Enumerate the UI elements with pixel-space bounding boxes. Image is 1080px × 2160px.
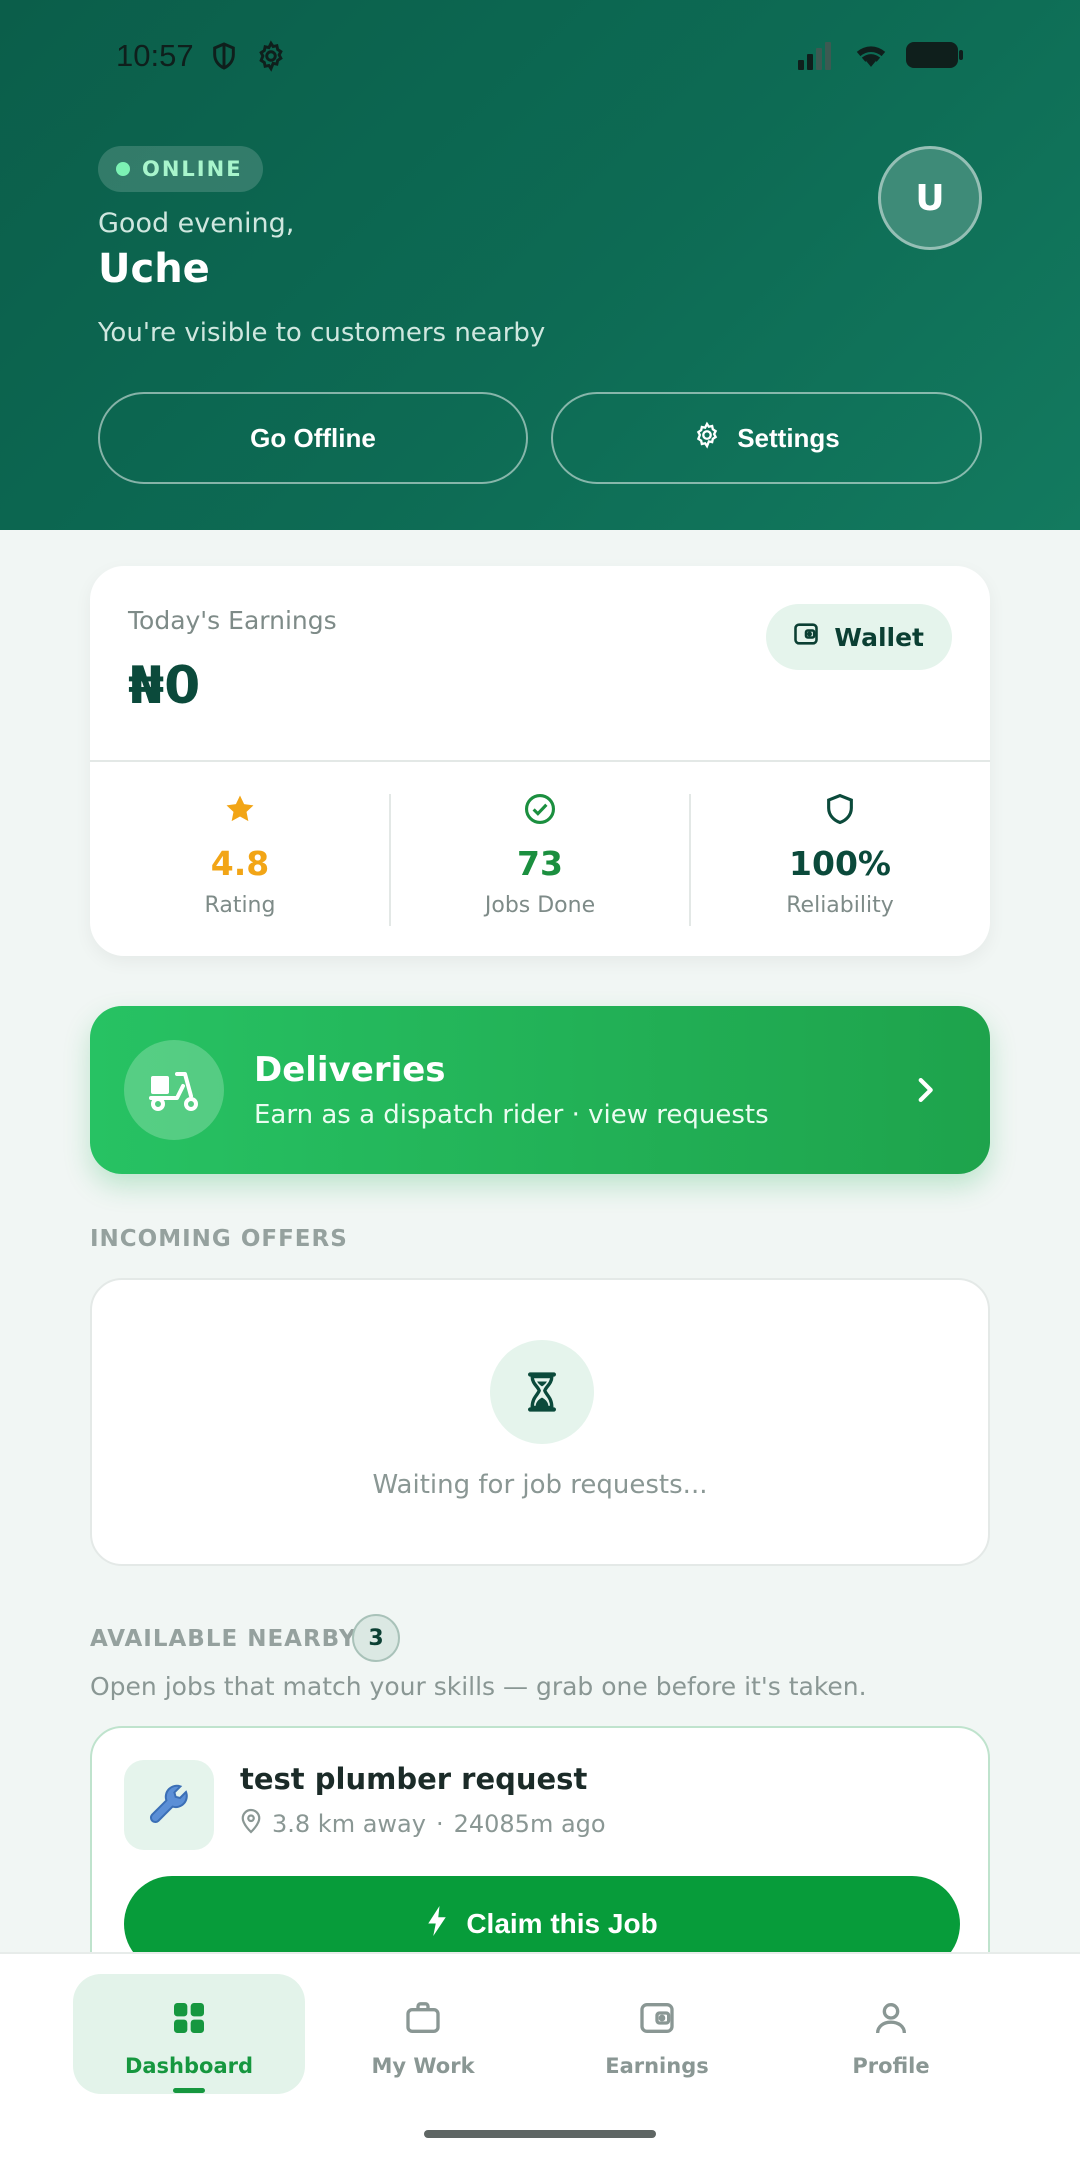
deliveries-banner[interactable]: Deliveries Earn as a dispatch rider · vi… — [90, 1006, 990, 1174]
nav-earnings[interactable]: Earnings — [541, 1974, 773, 2094]
check-circle-icon — [390, 792, 690, 830]
wrench-icon — [124, 1760, 214, 1850]
go-offline-button[interactable]: Go Offline — [98, 392, 528, 484]
jobs-done-value: 73 — [517, 844, 563, 883]
waiting-text: Waiting for job requests... — [372, 1470, 708, 1500]
wallet-icon — [637, 1998, 677, 2042]
star-icon — [90, 792, 390, 830]
available-nearby-title: AVAILABLE NEARBY — [90, 1626, 357, 1652]
nav-profile-label: Profile — [852, 2054, 930, 2078]
home-indicator[interactable] — [424, 2130, 656, 2138]
earnings-value: ₦0 — [128, 656, 201, 716]
hourglass-icon — [490, 1340, 594, 1444]
nearby-count-badge: 3 — [352, 1614, 400, 1662]
shield-status-icon — [208, 40, 240, 72]
deliveries-title: Deliveries — [254, 1050, 446, 1090]
earnings-label: Today's Earnings — [128, 606, 337, 635]
user-name: Uche — [98, 246, 210, 292]
stat-reliability: 100% Reliability — [690, 792, 990, 922]
rating-label: Rating — [204, 893, 276, 918]
job-title: test plumber request — [240, 1762, 588, 1796]
nav-dashboard[interactable]: Dashboard — [73, 1974, 305, 2094]
claim-job-label: Claim this Job — [466, 1908, 658, 1939]
location-pin-icon — [240, 1808, 262, 1840]
settings-button[interactable]: Settings — [551, 392, 982, 484]
settings-status-icon — [255, 40, 287, 72]
nav-profile[interactable]: Profile — [775, 1974, 1007, 2094]
bottom-navigation: Dashboard My Work Earnings Profile — [0, 1952, 1080, 2160]
job-age: 24085m ago — [453, 1810, 606, 1838]
stat-rating: 4.8 Rating — [90, 792, 390, 922]
nav-my-work[interactable]: My Work — [307, 1974, 539, 2094]
nav-my-work-label: My Work — [371, 2054, 475, 2078]
rating-value: 4.8 — [210, 844, 270, 883]
status-right-icons — [796, 40, 964, 74]
job-distance: 3.8 km away — [272, 1810, 426, 1838]
shield-icon — [690, 792, 990, 830]
visibility-text: You're visible to customers nearby — [98, 318, 546, 348]
status-bar: 10:57 — [0, 0, 1080, 115]
bolt-icon — [426, 1905, 448, 1943]
grid-icon — [169, 1998, 209, 2042]
stat-jobs-done: 73 Jobs Done — [390, 792, 690, 922]
wifi-icon — [852, 40, 890, 74]
briefcase-icon — [403, 1998, 443, 2042]
online-status-badge: ONLINE — [98, 146, 263, 192]
earnings-divider — [90, 760, 990, 762]
incoming-offers-title: INCOMING OFFERS — [90, 1226, 348, 1252]
jobs-done-label: Jobs Done — [484, 893, 596, 918]
deliveries-subtitle: Earn as a dispatch rider · view requests — [254, 1100, 769, 1130]
earnings-card: Today's Earnings ₦0 Wallet 4.8 Rating 73… — [90, 566, 990, 956]
reliability-label: Reliability — [786, 893, 894, 918]
gear-icon — [693, 421, 721, 456]
nav-active-indicator — [173, 2088, 205, 2093]
nav-dashboard-label: Dashboard — [124, 2054, 254, 2078]
nav-earnings-label: Earnings — [605, 2054, 709, 2078]
settings-label: Settings — [737, 422, 840, 453]
person-icon — [871, 1998, 911, 2042]
incoming-offers-card: Waiting for job requests... — [90, 1278, 990, 1566]
available-nearby-subtitle: Open jobs that match your skills — grab … — [90, 1672, 867, 1701]
job-meta-separator: · — [435, 1810, 444, 1838]
status-time: 10:57 — [116, 38, 194, 73]
nearby-count: 3 — [368, 1625, 384, 1651]
header-hero: 10:57 ONLINE Good evening, Uche You're v… — [0, 0, 1080, 530]
battery-icon — [906, 41, 964, 73]
chevron-right-icon — [908, 1068, 942, 1116]
online-status-text: ONLINE — [142, 157, 243, 181]
wallet-button[interactable]: Wallet — [766, 604, 952, 670]
signal-icon — [796, 40, 836, 74]
online-dot — [116, 162, 130, 176]
job-meta: 3.8 km away · 24085m ago — [240, 1808, 606, 1840]
reliability-value: 100% — [789, 844, 891, 883]
avatar[interactable]: U — [878, 146, 982, 250]
avatar-initial: U — [915, 177, 945, 219]
wallet-label: Wallet — [834, 622, 924, 652]
go-offline-label: Go Offline — [250, 422, 376, 453]
wallet-icon — [792, 620, 820, 654]
scooter-icon — [124, 1040, 224, 1140]
greeting-text: Good evening, — [98, 208, 295, 239]
